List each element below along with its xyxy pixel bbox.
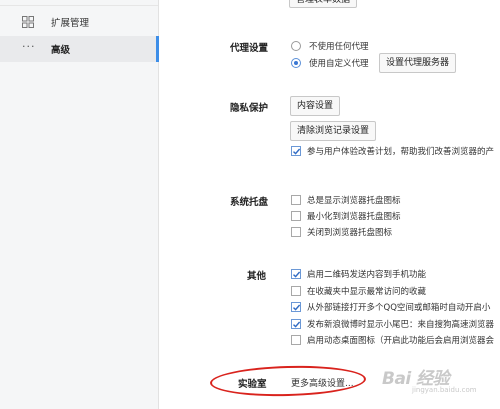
check-icon [293,148,301,155]
annotation-circle [209,363,367,399]
active-indicator [156,36,159,62]
check-icon [293,271,301,278]
close-to-tray-label: 关闭到浏览器托盘图标 [307,228,393,238]
manage-form-data-button[interactable]: 管理表单数据 [289,0,358,8]
weibo-tail-label: 发布新浪微博时显示小尾巴：来自搜狗高速浏览器 [307,320,495,330]
frequent-favorites-checkbox[interactable] [291,286,301,296]
weibo-tail-checkbox[interactable] [291,319,301,329]
sidebar-item-advanced[interactable]: ··· 高级 [0,36,159,62]
qr-send-checkbox[interactable] [291,269,301,279]
sidebar-item-extensions[interactable]: 扩展管理 [0,9,158,35]
qr-send-label: 启用二维码发送内容到手机功能 [307,270,427,280]
frequent-favorites-label: 在收藏夹中显示最常访问的收藏 [307,287,427,297]
custom-proxy-radio[interactable] [291,58,301,68]
clear-history-settings-button[interactable]: 清除浏览记录设置 [290,121,377,141]
qzone-mail-checkbox[interactable] [291,302,301,312]
no-proxy-label: 不使用任何代理 [309,42,369,52]
baidu-watermark: Bai 经验 jingyan.baidu.com [370,362,498,402]
ux-program-checkbox[interactable] [291,146,301,156]
minimize-to-tray-checkbox[interactable] [291,211,301,221]
no-proxy-radio[interactable] [291,41,301,51]
always-show-tray-label: 总是显示浏览器托盘图标 [307,196,401,206]
check-icon [293,321,301,328]
content-settings-button[interactable]: 内容设置 [290,96,341,116]
check-icon [293,304,301,311]
proxy-section-label: 代理设置 [230,43,269,54]
sidebar: 扩展管理 ··· 高级 [0,0,159,409]
close-to-tray-checkbox[interactable] [291,227,301,237]
always-show-tray-checkbox[interactable] [291,195,301,205]
tray-section-label: 系统托盘 [230,197,269,208]
other-section-label: 其他 [247,271,267,282]
dynamic-desktop-icon-checkbox[interactable] [291,335,301,345]
qzone-mail-label: 从外部链接打开多个QQ空间或邮箱时自动开启小 [307,303,491,313]
ux-program-label: 参与用户体验改善计划，帮助我们改善浏览器的产 [307,147,495,157]
sidebar-item-label: 扩展管理 [51,18,90,29]
proxy-server-button[interactable]: 设置代理服务器 [379,53,457,73]
privacy-section-label: 隐私保护 [230,103,269,114]
minimize-to-tray-label: 最小化到浏览器托盘图标 [307,212,401,222]
grid-icon [22,16,34,28]
dynamic-desktop-icon-label: 启用动态桌面图标（开启此功能后会启用浏览器会 [307,336,495,346]
more-dots-icon: ··· [22,40,36,53]
watermark-url: jingyan.baidu.com [412,386,477,394]
custom-proxy-label: 使用自定义代理 [309,59,369,69]
sidebar-item-label: 高级 [51,45,71,56]
sidebar-top-divider [0,0,158,6]
